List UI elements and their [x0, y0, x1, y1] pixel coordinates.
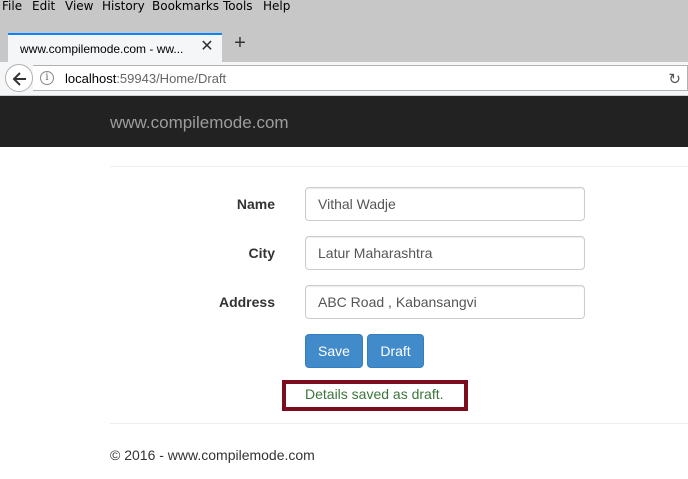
divider-bottom	[110, 423, 688, 424]
address-input-value: ABC Road , Kabansangvi	[318, 294, 477, 310]
city-label: City	[248, 245, 275, 261]
site-brand-link[interactable]: www.compilemode.com	[110, 113, 289, 133]
url-bar[interactable]: i localhost:59943/Home/Draft ↻	[33, 65, 688, 91]
draft-button[interactable]: Draft	[367, 334, 424, 368]
menu-edit[interactable]: Edit	[32, 0, 55, 13]
site-navbar: www.compilemode.com	[0, 96, 688, 147]
status-message: Details saved as draft.	[305, 386, 444, 402]
menu-help[interactable]: Help	[263, 0, 290, 13]
city-input-value: Latur Maharashtra	[318, 245, 433, 261]
new-tab-plus-icon[interactable]: +	[230, 33, 250, 53]
address-label: Address	[218, 294, 275, 310]
name-label: Name	[236, 196, 275, 212]
menu-file[interactable]: File	[2, 0, 22, 13]
menu-view[interactable]: View	[65, 0, 93, 13]
info-icon[interactable]: i	[40, 71, 54, 85]
name-input[interactable]: Vithal Wadje	[305, 187, 585, 221]
menu-history[interactable]: History	[102, 0, 145, 13]
footer-text: © 2016 - www.compilemode.com	[110, 447, 315, 463]
menu-bar: File Edit View History Bookmarks Tools H…	[0, 0, 688, 15]
browser-toolbar: i localhost:59943/Home/Draft ↻	[0, 62, 688, 96]
tab-strip: www.compilemode.com - ww... ✕ +	[0, 15, 688, 63]
divider-top	[110, 166, 688, 167]
menu-bookmarks[interactable]: Bookmarks	[152, 0, 219, 13]
address-input[interactable]: ABC Road , Kabansangvi	[305, 285, 585, 319]
name-input-value: Vithal Wadje	[318, 196, 396, 212]
tab-active[interactable]: www.compilemode.com - ww... ✕	[8, 33, 222, 63]
back-arrow-icon	[12, 72, 26, 86]
close-tab-icon[interactable]: ✕	[198, 38, 216, 56]
tab-title: www.compilemode.com - ww...	[20, 42, 184, 56]
back-button[interactable]	[5, 64, 33, 92]
url-path: :59943/Home/Draft	[116, 71, 227, 86]
reload-icon[interactable]: ↻	[668, 70, 681, 88]
url-host: localhost	[65, 71, 117, 86]
save-button[interactable]: Save	[305, 334, 363, 368]
city-input[interactable]: Latur Maharashtra	[305, 236, 585, 270]
menu-tools[interactable]: Tools	[223, 0, 253, 13]
url-text: localhost:59943/Home/Draft	[65, 71, 226, 86]
